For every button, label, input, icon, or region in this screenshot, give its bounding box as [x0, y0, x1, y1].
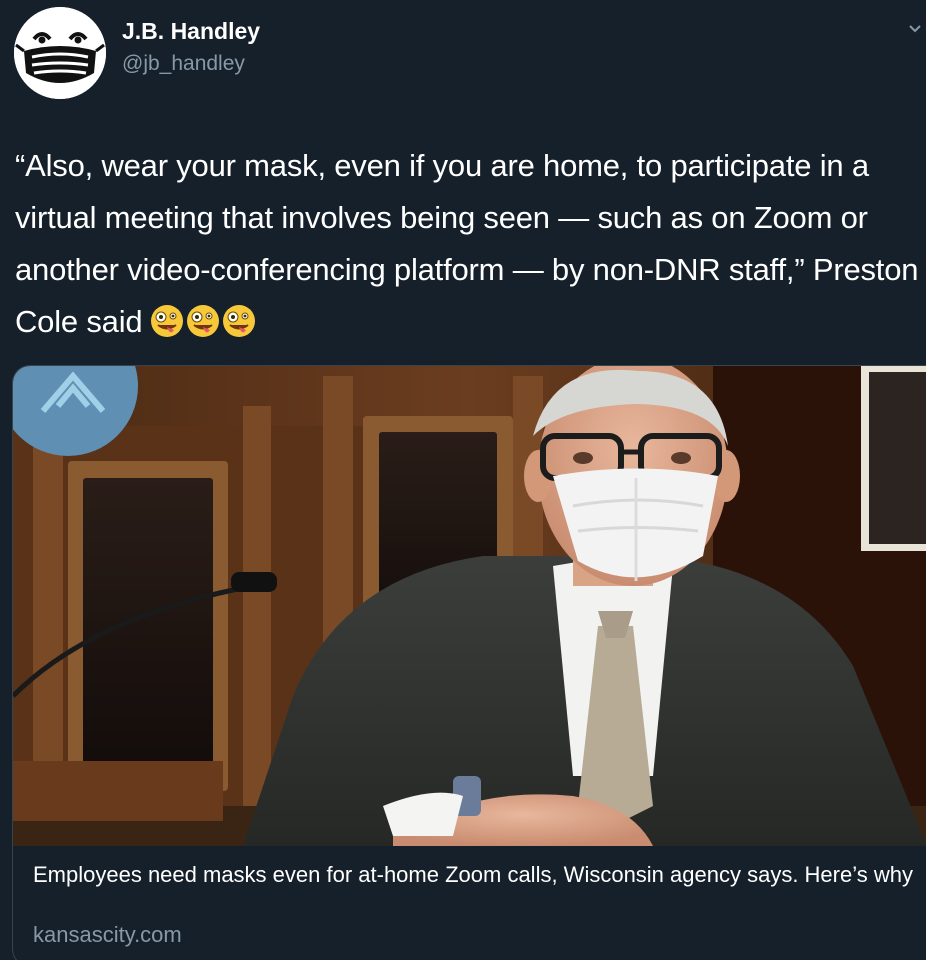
tweet-header: J.B. Handley @jb_handley — [0, 0, 926, 110]
chevron-down-icon[interactable] — [908, 22, 922, 36]
link-card[interactable]: Employees need masks even for at-home Zo… — [12, 365, 926, 960]
card-domain[interactable]: kansascity.com — [33, 922, 182, 948]
avatar[interactable] — [14, 7, 106, 99]
zany-face-icon — [187, 305, 220, 337]
author-handle[interactable]: @jb_handley — [122, 52, 245, 76]
card-body[interactable]: Employees need masks even for at-home Zo… — [13, 846, 926, 960]
card-image[interactable] — [13, 366, 926, 846]
card-title[interactable]: Employees need masks even for at-home Zo… — [33, 860, 913, 890]
tweet[interactable]: J.B. Handley @jb_handley “Also, wear you… — [0, 0, 926, 960]
photo-man-wearing-mask-icon — [13, 366, 926, 846]
zany-face-icon — [151, 305, 184, 337]
emoji-group — [150, 302, 258, 354]
author-name[interactable]: J.B. Handley — [122, 18, 260, 45]
zany-face-icon — [223, 305, 256, 337]
tweet-text: “Also, wear your mask, even if you are h… — [15, 140, 920, 354]
